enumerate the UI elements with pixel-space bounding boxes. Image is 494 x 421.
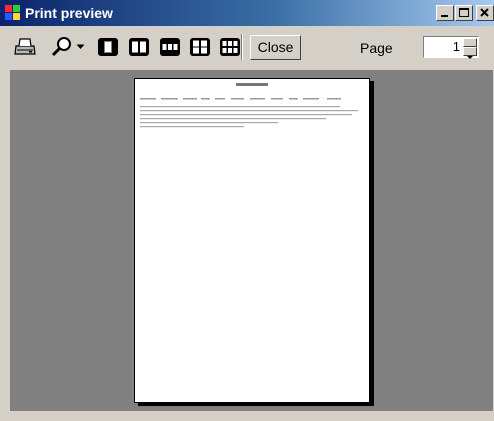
page-number-value[interactable]: 1 xyxy=(453,39,460,54)
two-pages-icon[interactable] xyxy=(128,37,150,57)
print-icon[interactable] xyxy=(13,37,37,57)
print-preview-window: Print preview Close Page 1 xyxy=(0,0,494,421)
page-thumbnail xyxy=(140,83,358,128)
close-button[interactable]: Close xyxy=(250,35,301,60)
close-icon xyxy=(480,8,489,17)
close-window-button[interactable] xyxy=(476,5,494,21)
preview-area[interactable] xyxy=(10,70,493,411)
toolbar: Close Page 1 xyxy=(0,26,494,68)
minimize-icon xyxy=(441,15,448,17)
three-pages-icon[interactable] xyxy=(159,37,181,57)
zoom-icon[interactable] xyxy=(50,35,74,59)
maximize-icon xyxy=(459,8,469,17)
four-pages-icon[interactable] xyxy=(189,37,211,57)
page-label: Page xyxy=(360,40,393,56)
maximize-button[interactable] xyxy=(455,5,473,21)
window-title: Print preview xyxy=(25,5,113,21)
title-bar[interactable]: Print preview xyxy=(0,0,494,26)
dropdown-arrow-icon[interactable] xyxy=(76,44,85,50)
six-pages-icon[interactable] xyxy=(219,37,241,57)
page-down-button[interactable] xyxy=(463,47,477,59)
app-icon xyxy=(4,4,21,21)
toolbar-separator xyxy=(241,34,243,60)
preview-page xyxy=(134,78,370,403)
minimize-button[interactable] xyxy=(436,5,454,21)
chevron-down-icon xyxy=(467,56,473,59)
page-up-button[interactable] xyxy=(463,38,477,50)
one-page-icon[interactable] xyxy=(97,37,119,57)
status-strip xyxy=(0,411,494,421)
page-number-stepper[interactable]: 1 xyxy=(423,36,479,59)
